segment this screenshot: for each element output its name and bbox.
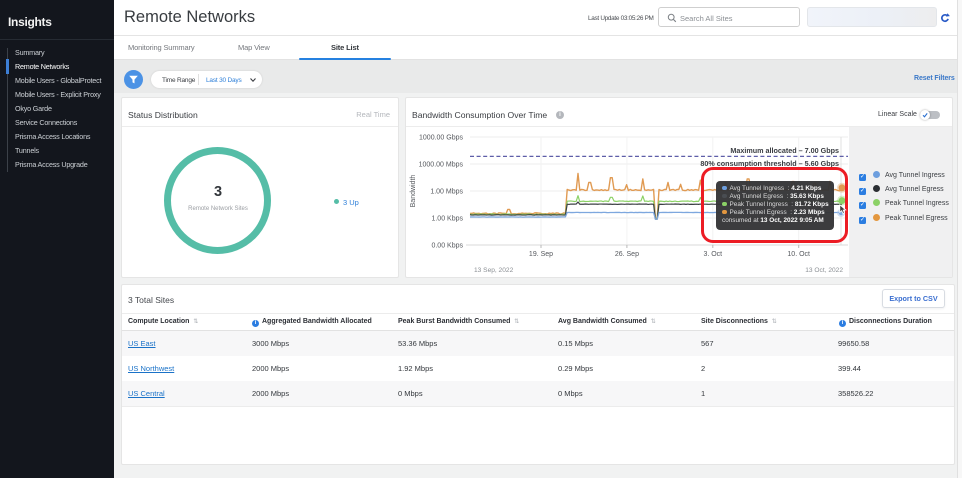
svg-text:3. Oct: 3. Oct <box>703 251 722 258</box>
svg-text:1.00 Mbps: 1.00 Mbps <box>430 189 463 196</box>
svg-text:13 Sep, 2022: 13 Sep, 2022 <box>474 267 514 274</box>
svg-text:0.00 Kbps: 0.00 Kbps <box>431 243 463 250</box>
svg-text:1000.00 Gbps: 1000.00 Gbps <box>419 135 463 142</box>
svg-text:10. Oct: 10. Oct <box>787 251 810 258</box>
svg-text:19. Sep: 19. Sep <box>529 251 553 258</box>
svg-text:Bandwidth: Bandwidth <box>410 175 417 208</box>
svg-text:26. Sep: 26. Sep <box>615 251 639 258</box>
svg-text:1000.00 Mbps: 1000.00 Mbps <box>419 162 464 169</box>
svg-text:Maximum allocated – 7.00 Gbps: Maximum allocated – 7.00 Gbps <box>730 146 839 155</box>
svg-text:13 Oct, 2022: 13 Oct, 2022 <box>805 267 843 274</box>
svg-text:1.00 Kbps: 1.00 Kbps <box>431 216 463 223</box>
